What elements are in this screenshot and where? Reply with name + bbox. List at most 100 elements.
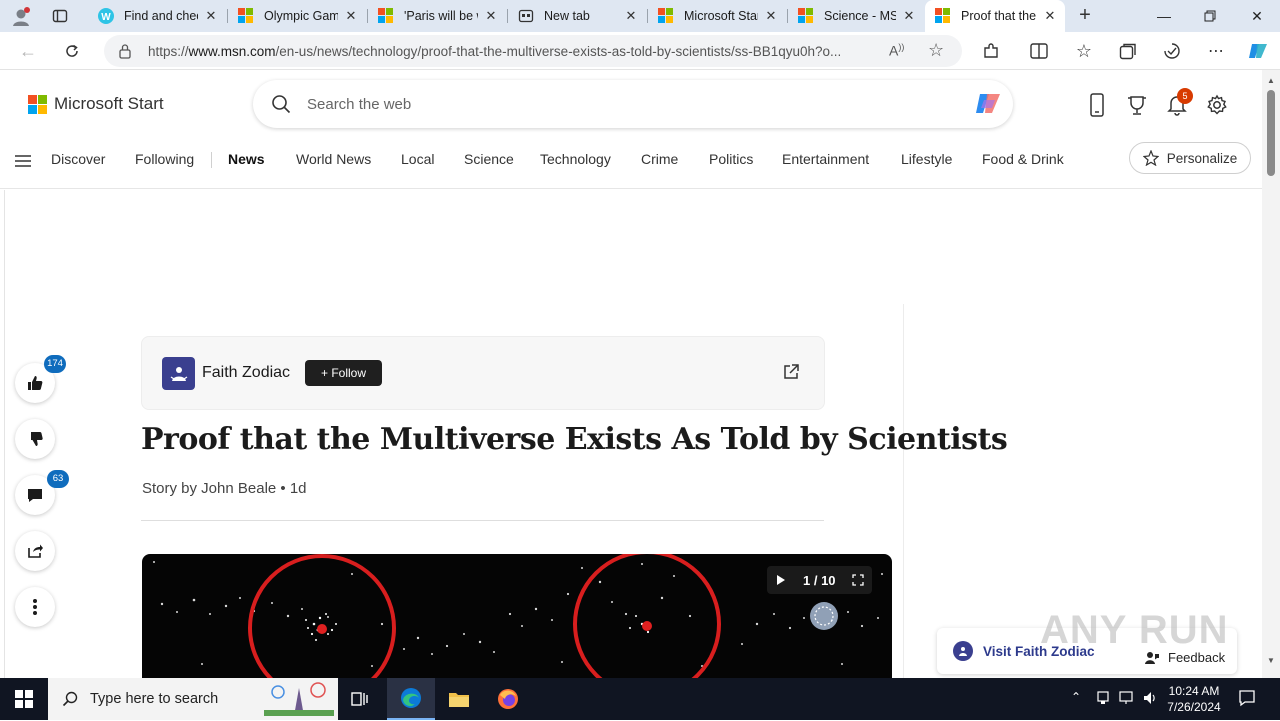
microsoft-start-logo[interactable]: Microsoft Start: [28, 94, 164, 114]
network-ethernet-icon[interactable]: [1096, 691, 1110, 710]
nav-technology[interactable]: Technology: [540, 151, 611, 167]
search-input[interactable]: Search the web: [307, 96, 411, 113]
nav-discover[interactable]: Discover: [51, 151, 105, 167]
newtab-icon: [518, 8, 534, 24]
nav-entertainment[interactable]: Entertainment: [782, 151, 869, 167]
tab-olympic-games[interactable]: Olympic Gam ✕: [228, 0, 366, 32]
tab-proof-multiverse[interactable]: Proof that the ✕: [925, 0, 1065, 32]
more-actions-button[interactable]: [15, 587, 55, 627]
extensions-icon[interactable]: [977, 37, 1005, 65]
nav-local[interactable]: Local: [401, 151, 434, 167]
minimize-icon[interactable]: —: [1141, 0, 1187, 32]
tab-find-and-check[interactable]: W Find and chec ✕: [88, 0, 226, 32]
ms-favicon-icon: [658, 8, 674, 24]
nav-food-drink[interactable]: Food & Drink: [982, 151, 1064, 167]
read-aloud-icon[interactable]: A)): [889, 42, 904, 59]
article-content-area: 174 63 Faith Zodiac + Follow Proof that …: [0, 190, 1262, 678]
taskbar-search-input[interactable]: Type here to search: [90, 691, 218, 707]
w-icon: W: [98, 8, 114, 24]
file-explorer-icon[interactable]: [435, 678, 483, 720]
nav-politics[interactable]: Politics: [709, 151, 753, 167]
favorites-icon[interactable]: ☆: [1070, 37, 1098, 65]
dislike-button[interactable]: [15, 419, 55, 459]
hamburger-menu-icon[interactable]: [14, 154, 32, 168]
close-tab-icon[interactable]: ✕: [624, 8, 638, 24]
close-tab-icon[interactable]: ✕: [344, 8, 358, 24]
volume-icon[interactable]: [1142, 690, 1158, 711]
close-tab-icon[interactable]: ✕: [484, 8, 498, 24]
search-highlight-image: [264, 682, 334, 721]
scrollbar-thumb[interactable]: [1267, 90, 1275, 176]
slideshow-image[interactable]: 1 / 10: [142, 554, 892, 678]
close-tab-icon[interactable]: ✕: [902, 8, 916, 24]
taskbar-search-box[interactable]: Type here to search: [48, 678, 338, 720]
copilot-search-icon[interactable]: [973, 88, 1003, 123]
lock-icon[interactable]: [118, 43, 132, 64]
play-icon[interactable]: [767, 566, 795, 594]
publisher-logo[interactable]: [162, 357, 195, 390]
feedback-label: Feedback: [1168, 650, 1226, 665]
page-scrollbar[interactable]: ▲ ▼: [1262, 70, 1280, 678]
tab-microsoft-start[interactable]: Microsoft Star ✕: [648, 0, 786, 32]
nav-lifestyle[interactable]: Lifestyle: [901, 151, 952, 167]
browser-essentials-icon[interactable]: [1158, 37, 1186, 65]
ms-favicon-icon: [935, 8, 951, 24]
address-bar[interactable]: https://www.msn.com/en-us/news/technolog…: [104, 35, 962, 67]
windows-start-icon[interactable]: [0, 678, 48, 720]
tab-label: 'Paris will be w: [404, 9, 478, 23]
tab-science-msn[interactable]: Science - MSN ✕: [788, 0, 924, 32]
left-edge-line: [4, 190, 5, 678]
browser-tab-strip: W Find and chec ✕ Olympic Gam ✕ 'Paris w…: [0, 0, 1280, 32]
collections-icon[interactable]: [1114, 37, 1142, 65]
restore-icon[interactable]: [1187, 0, 1233, 32]
taskbar-clock[interactable]: 10:24 AM 7/26/2024: [1160, 683, 1228, 715]
new-tab-plus-icon[interactable]: +: [1074, 5, 1096, 26]
clock-date: 7/26/2024: [1167, 700, 1221, 714]
firefox-icon[interactable]: [484, 678, 532, 720]
comment-count-badge: 63: [47, 470, 69, 488]
close-tab-icon[interactable]: ✕: [204, 8, 218, 24]
personalize-button[interactable]: Personalize: [1129, 142, 1251, 174]
scroll-down-arrow-icon[interactable]: ▼: [1267, 656, 1275, 665]
rewards-trophy-icon[interactable]: [1124, 92, 1150, 118]
external-link-icon[interactable]: [782, 363, 802, 383]
feedback-button[interactable]: Feedback: [1144, 650, 1225, 665]
nav-world-news[interactable]: World News: [296, 151, 371, 167]
more-options-icon[interactable]: ⋯: [1202, 37, 1230, 65]
nav-science[interactable]: Science: [464, 151, 514, 167]
network-icon[interactable]: [1119, 691, 1135, 710]
content-divider: [141, 520, 824, 521]
tab-label: Find and chec: [124, 9, 198, 23]
microsoft-logo-icon: [28, 94, 47, 114]
show-hidden-icons-chevron[interactable]: ⌃: [1071, 690, 1081, 704]
refresh-icon[interactable]: [58, 37, 86, 65]
profile-icon[interactable]: [10, 6, 32, 28]
favorite-star-icon[interactable]: ☆: [928, 40, 944, 61]
close-tab-icon[interactable]: ✕: [1043, 8, 1057, 24]
back-arrow-icon[interactable]: ←: [14, 37, 42, 65]
edge-taskbar-icon[interactable]: [387, 678, 435, 720]
tab-actions-icon[interactable]: [52, 8, 68, 24]
mobile-app-icon[interactable]: [1084, 92, 1110, 118]
publisher-name[interactable]: Faith Zodiac: [202, 364, 290, 382]
nav-news[interactable]: News: [228, 151, 265, 167]
task-view-icon[interactable]: [336, 678, 384, 720]
copilot-icon[interactable]: [1244, 37, 1272, 65]
tab-paris[interactable]: 'Paris will be w ✕: [368, 0, 506, 32]
fullscreen-icon[interactable]: [844, 566, 872, 594]
web-search-box[interactable]: Search the web: [253, 80, 1013, 128]
follow-button[interactable]: + Follow: [305, 360, 382, 386]
tab-new-tab[interactable]: New tab ✕: [508, 0, 646, 32]
msn-header: Microsoft Start Search the web 5 Discove…: [0, 70, 1262, 190]
close-window-icon[interactable]: ✕: [1234, 0, 1280, 32]
share-button[interactable]: [15, 531, 55, 571]
split-screen-icon[interactable]: [1025, 37, 1053, 65]
settings-gear-icon[interactable]: [1204, 92, 1230, 118]
notification-center-icon[interactable]: [1238, 689, 1256, 712]
nav-crime[interactable]: Crime: [641, 151, 678, 167]
like-count-badge: 174: [44, 355, 66, 373]
nav-following[interactable]: Following: [135, 151, 194, 167]
close-tab-icon[interactable]: ✕: [764, 8, 778, 24]
scroll-up-arrow-icon[interactable]: ▲: [1267, 76, 1275, 85]
slide-counter: 1 / 10: [803, 572, 836, 588]
